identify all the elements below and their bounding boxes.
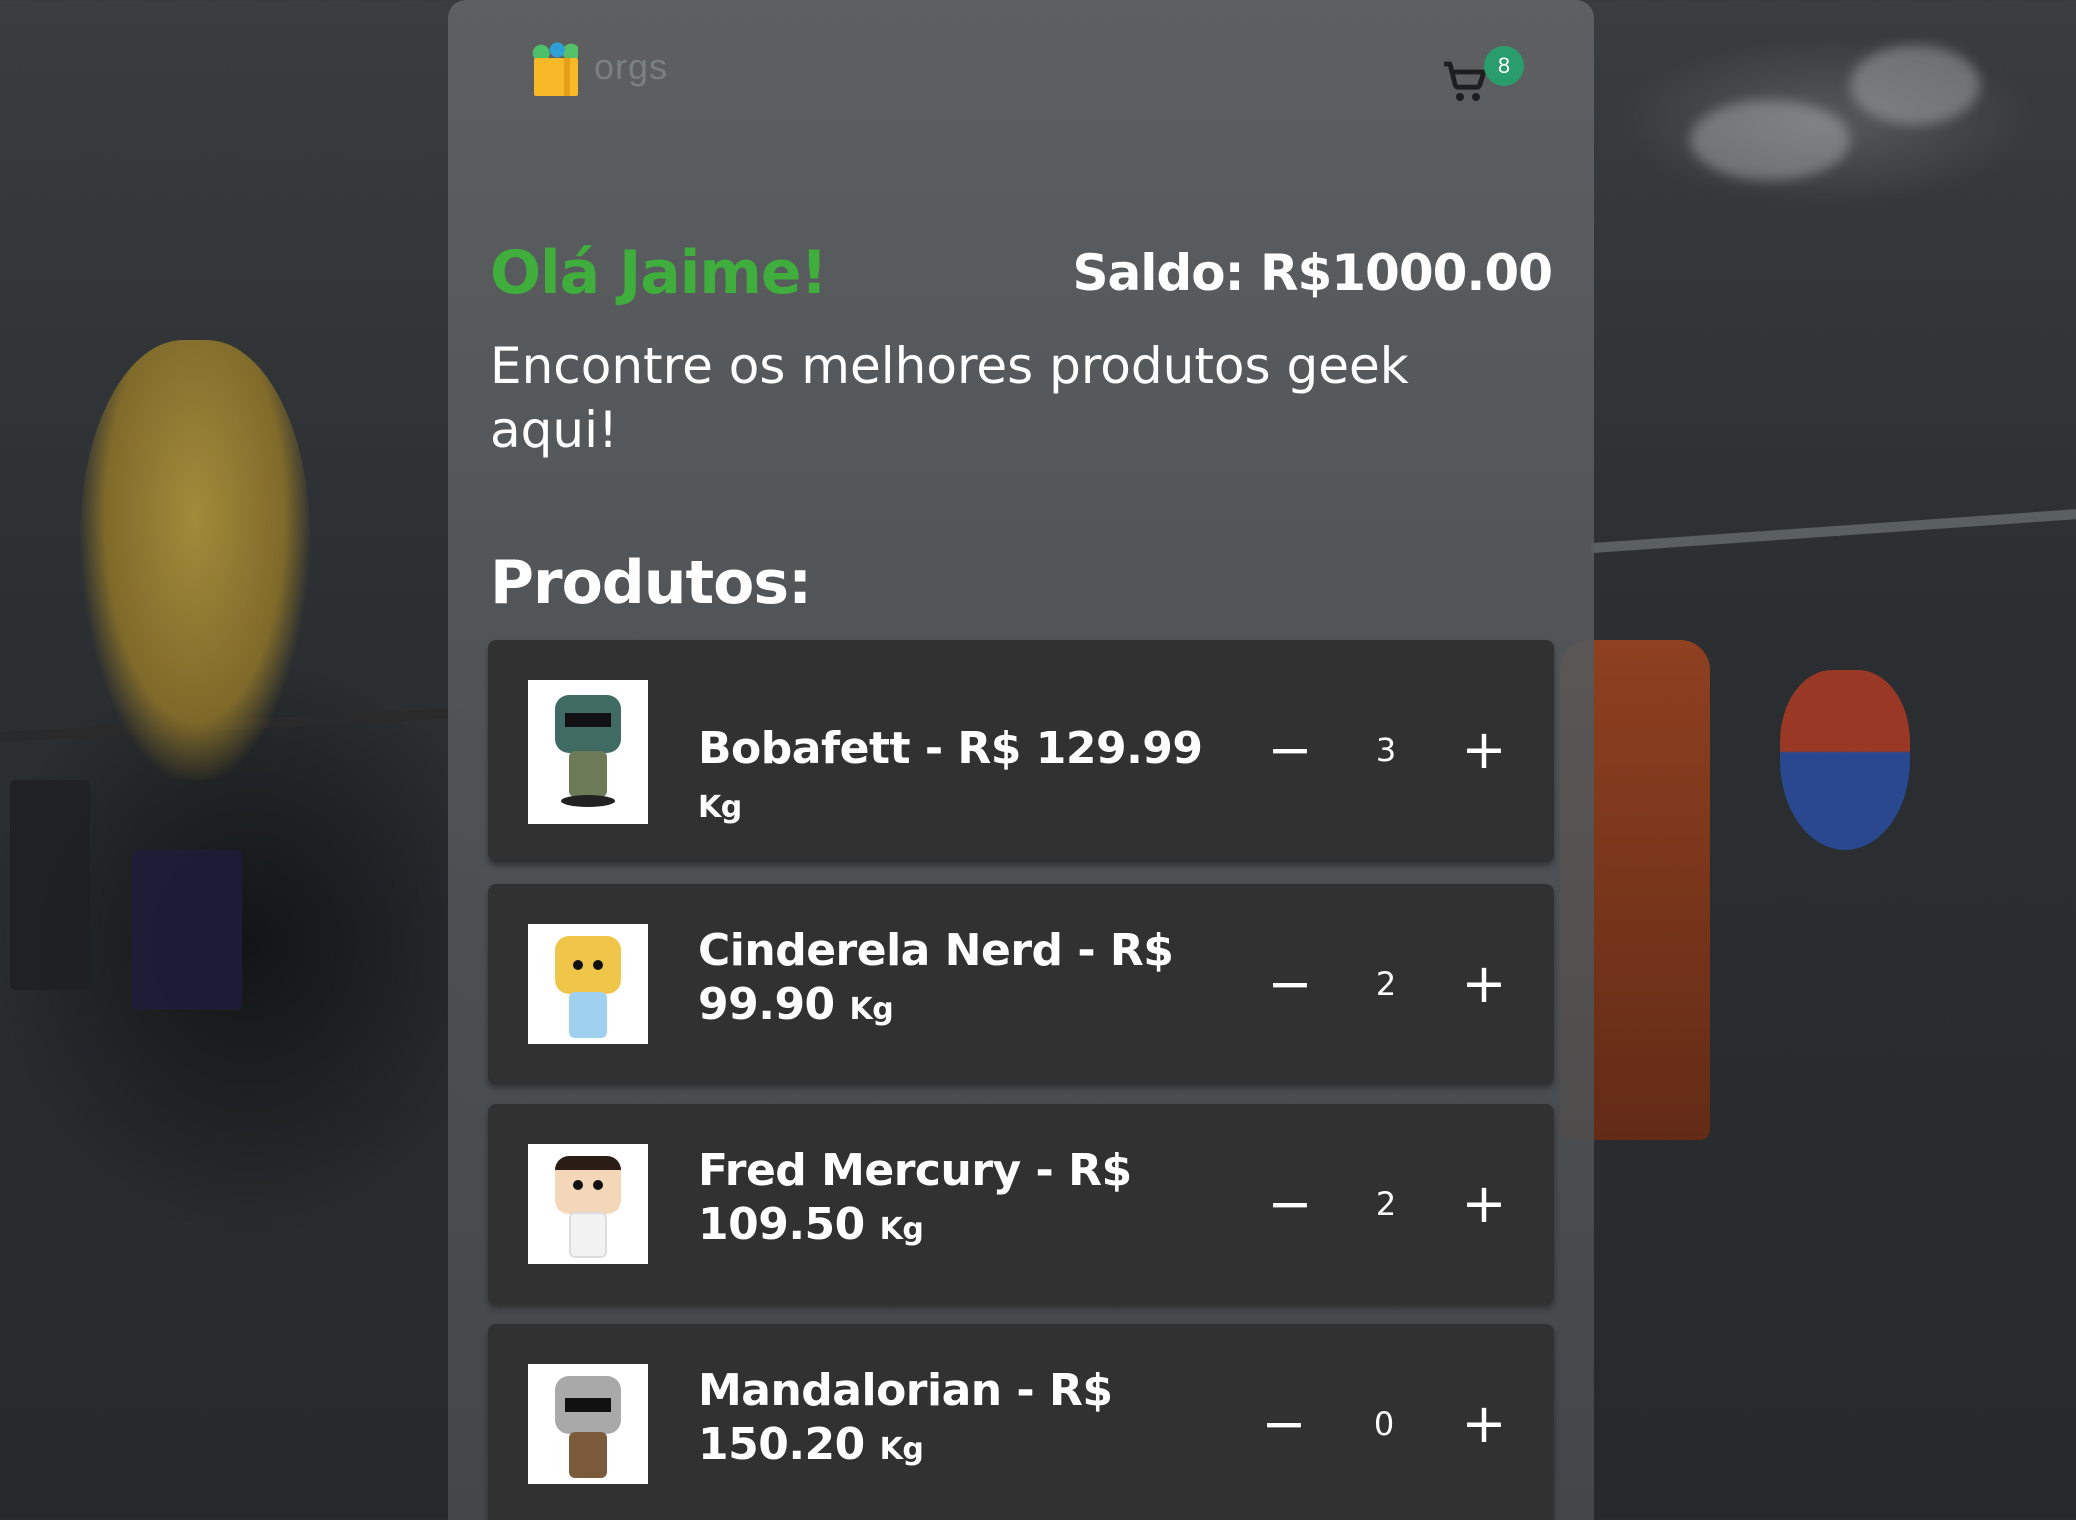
quantity-value: 2: [1375, 965, 1397, 1003]
decrease-quantity-button[interactable]: −: [1260, 720, 1320, 780]
increase-quantity-button[interactable]: +: [1454, 954, 1514, 1014]
product-name: Bobafett - R$ 129.99 Kg: [698, 723, 1203, 825]
product-card: Fred Mercury - R$ 109.50 Kg − 2 +: [488, 1104, 1554, 1304]
background-rod: [1590, 506, 2076, 554]
page-subtitle: Encontre os melhores produtos geek aqui!: [490, 337, 1409, 459]
brand-logo[interactable]: orgs: [530, 38, 668, 96]
background-light: [1690, 100, 1850, 180]
grocery-bag-icon: [530, 38, 578, 96]
background-costume: [1780, 670, 1910, 850]
product-name: Mandalorian - R$ 150.20 Kg: [698, 1365, 1113, 1470]
product-name: Cinderela Nerd - R$ 99.90 Kg: [698, 925, 1174, 1030]
main-panel: orgs 8 Olá Jaime! Saldo: R$1000.00 Encon…: [448, 0, 1594, 1520]
mandalorian-funko-image: [528, 1364, 648, 1484]
cinderela-nerd-funko-image: [528, 924, 648, 1044]
increase-quantity-button[interactable]: +: [1454, 1174, 1514, 1234]
quantity-value: 3: [1375, 731, 1397, 769]
product-name: Fred Mercury - R$ 109.50 Kg: [698, 1145, 1132, 1250]
product-card: Bobafett - R$ 129.99 Kg − 3 +: [488, 640, 1554, 862]
increase-quantity-button[interactable]: +: [1454, 720, 1514, 780]
background-helmet: [80, 340, 310, 780]
bobafett-funko-image: [528, 680, 648, 824]
decrease-quantity-button[interactable]: −: [1254, 1394, 1314, 1454]
decrease-quantity-button[interactable]: −: [1260, 1174, 1320, 1234]
background-cloth: [10, 780, 90, 990]
quantity-value: 2: [1375, 1185, 1397, 1223]
background-cloth: [132, 850, 242, 1010]
section-title: Produtos:: [490, 548, 812, 618]
top-bar: orgs 8: [448, 0, 1594, 150]
background-light: [1850, 45, 1980, 125]
greeting: Olá Jaime!: [490, 238, 828, 308]
fred-mercury-funko-image: [528, 1144, 648, 1264]
quantity-value: 0: [1373, 1405, 1395, 1443]
product-card: Cinderela Nerd - R$ 99.90 Kg − 2 +: [488, 884, 1554, 1084]
balance: Saldo: R$1000.00: [1072, 244, 1553, 302]
product-card: Mandalorian - R$ 150.20 Kg − 0 +: [488, 1324, 1554, 1520]
increase-quantity-button[interactable]: +: [1454, 1394, 1514, 1454]
cart-count-badge: 8: [1484, 46, 1524, 86]
cart-button[interactable]: 8: [1442, 46, 1524, 110]
brand-name: orgs: [594, 46, 669, 87]
cart-icon: [1444, 61, 1487, 101]
decrease-quantity-button[interactable]: −: [1260, 954, 1320, 1014]
